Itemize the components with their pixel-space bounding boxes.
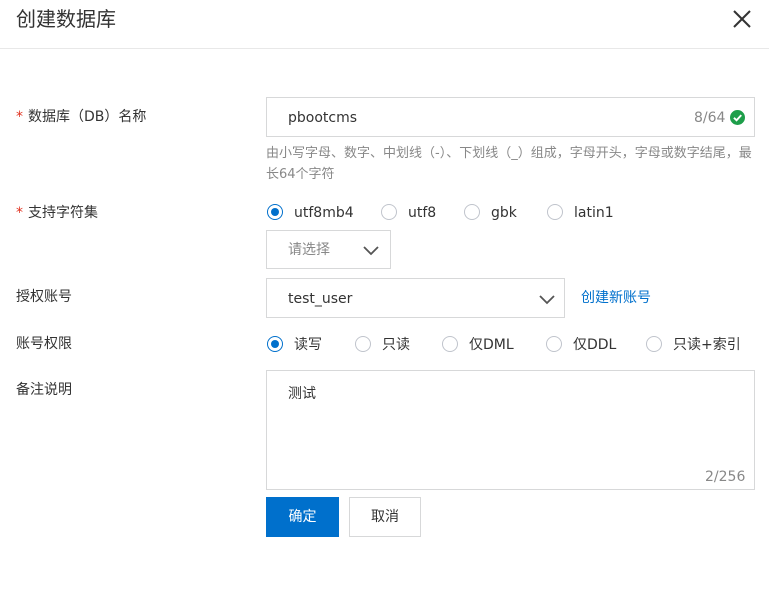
account-select[interactable]: test_user bbox=[266, 278, 565, 318]
radio-checked bbox=[267, 204, 283, 220]
radio-unchecked bbox=[646, 336, 662, 352]
close-button[interactable] bbox=[730, 7, 754, 31]
remark-textarea[interactable]: 测试 2/256 bbox=[266, 370, 755, 490]
db-name-label-text: 数据库（DB）名称 bbox=[28, 109, 147, 125]
charset-select-placeholder: 请选择 bbox=[288, 242, 330, 258]
charset-radio-group: utf8mb4 utf8 gbk latin1 bbox=[267, 202, 757, 224]
required-mark: * bbox=[16, 205, 23, 221]
db-name-value: pbootcms bbox=[288, 110, 358, 126]
remark-counter: 2/256 bbox=[705, 469, 746, 485]
account-label-text: 授权账号 bbox=[16, 289, 72, 305]
charset-select[interactable]: 请选择 bbox=[266, 230, 391, 269]
create-account-link[interactable]: 创建新账号 bbox=[581, 288, 651, 308]
radio-unchecked bbox=[381, 204, 397, 220]
permission-label-text: 账号权限 bbox=[16, 336, 72, 352]
confirm-button[interactable]: 确定 bbox=[266, 497, 339, 537]
chevron-down-icon bbox=[539, 295, 555, 305]
charset-label-text: 支持字符集 bbox=[28, 205, 98, 221]
radio-unchecked bbox=[355, 336, 371, 352]
cancel-button[interactable]: 取消 bbox=[349, 497, 421, 537]
permission-radio-group: 读写 只读 仅DML 仅DDL 只读+索引 bbox=[267, 334, 757, 356]
db-name-help: 由小写字母、数字、中划线（-）、下划线（_）组成，字母开头，字母或数字结尾，最长… bbox=[266, 146, 752, 182]
db-name-input[interactable]: pbootcms 8/64 bbox=[266, 97, 755, 137]
close-icon bbox=[733, 10, 751, 28]
chevron-down-icon bbox=[363, 246, 379, 256]
account-value: test_user bbox=[288, 291, 353, 307]
dialog-header: 创建数据库 bbox=[0, 0, 769, 49]
remark-label-text: 备注说明 bbox=[16, 382, 72, 398]
db-name-label: * 数据库（DB）名称 bbox=[16, 107, 146, 127]
radio-unchecked bbox=[546, 336, 562, 352]
permission-label: 账号权限 bbox=[16, 334, 72, 354]
remark-value: 测试 bbox=[288, 386, 316, 402]
required-mark: * bbox=[16, 109, 23, 125]
create-database-dialog: 创建数据库 * 数据库（DB）名称 pbootcms 8/64 由小写字母、数字、… bbox=[0, 0, 769, 592]
dialog-title: 创建数据库 bbox=[16, 7, 116, 31]
radio-unchecked bbox=[442, 336, 458, 352]
account-label: 授权账号 bbox=[16, 287, 72, 307]
radio-checked bbox=[267, 336, 283, 352]
radio-unchecked bbox=[547, 204, 563, 220]
db-name-counter: 8/64 bbox=[694, 110, 726, 126]
radio-unchecked bbox=[464, 204, 480, 220]
charset-label: * 支持字符集 bbox=[16, 203, 98, 223]
remark-label: 备注说明 bbox=[16, 380, 72, 400]
check-circle-icon bbox=[730, 110, 745, 125]
